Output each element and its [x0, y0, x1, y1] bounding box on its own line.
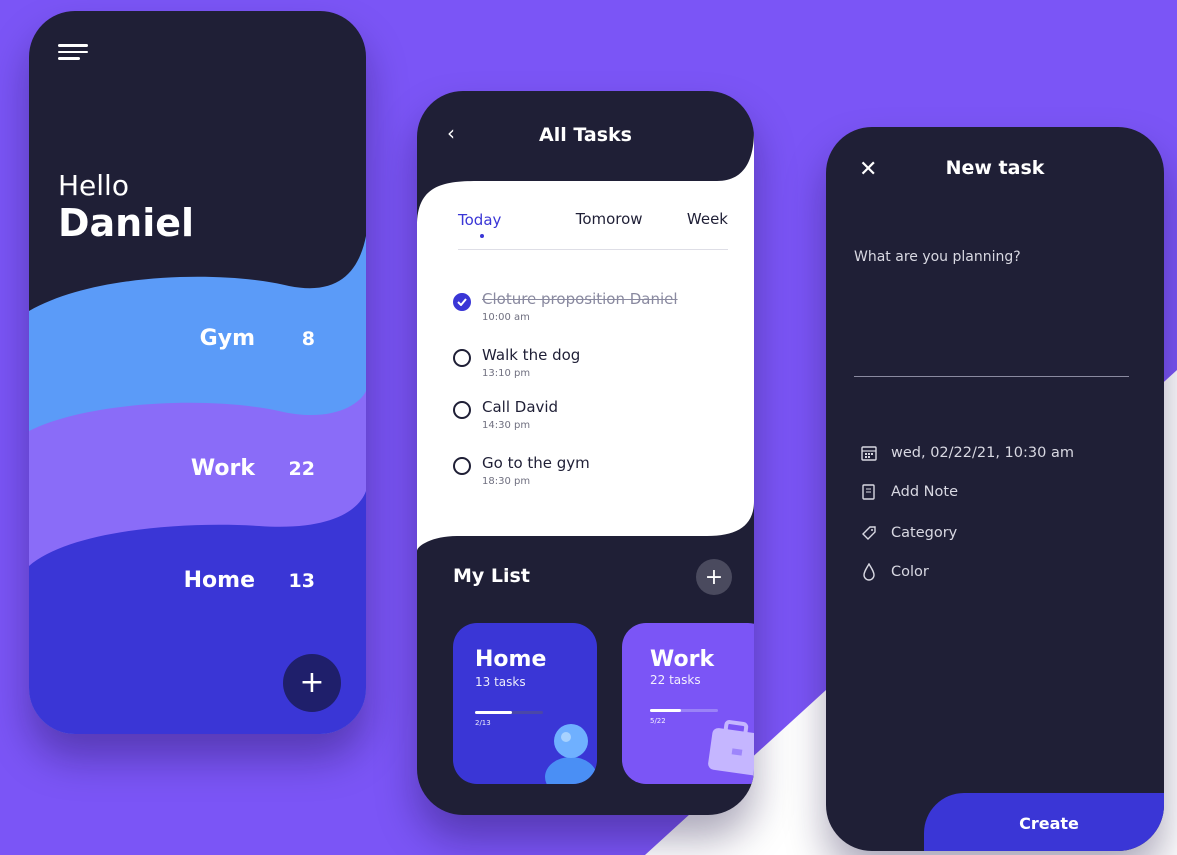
progress-bar: [650, 709, 718, 712]
calendar-icon: [860, 444, 878, 462]
list-card-title: Work: [650, 647, 715, 672]
unchecked-circle-icon[interactable]: [453, 349, 471, 367]
add-task-button[interactable]: +: [283, 654, 341, 712]
add-list-button[interactable]: +: [696, 559, 732, 595]
page-title: All Tasks: [539, 124, 632, 146]
task-time: 18:30 pm: [482, 476, 531, 487]
color-label: Color: [891, 564, 929, 580]
category-count: 8: [301, 327, 315, 350]
list-card-subtitle: 22 tasks: [650, 673, 701, 687]
tab-week[interactable]: Week: [687, 210, 728, 249]
task-item[interactable]: Walk the dog 13:10 pm: [453, 346, 580, 379]
task-time: 13:10 pm: [482, 368, 531, 379]
checked-circle-icon[interactable]: [453, 293, 471, 311]
progress-text: 5/22: [650, 717, 666, 725]
category-label: Work: [190, 456, 255, 481]
note-icon: [860, 483, 878, 501]
category-label: Category: [891, 525, 958, 541]
category-count: 13: [288, 569, 315, 592]
create-button[interactable]: Create: [924, 793, 1164, 851]
task-item[interactable]: Cloture proposition Daniel 10:00 am: [453, 290, 678, 323]
drop-icon: [860, 563, 878, 581]
tab-today[interactable]: Today: [458, 211, 501, 229]
new-task-phone: ✕ New task What are you planning? wed, 0…: [826, 127, 1164, 851]
all-tasks-phone: ‹ All Tasks Today Tomorow Week Cloture p…: [417, 91, 754, 815]
task-item[interactable]: Go to the gym 18:30 pm: [453, 454, 590, 487]
color-option[interactable]: Color: [860, 563, 929, 581]
active-tab-indicator: [480, 234, 484, 238]
task-item[interactable]: Call David 14:30 pm: [453, 398, 558, 431]
category-work[interactable]: Work 22: [125, 456, 315, 481]
list-card-title: Home: [475, 647, 547, 672]
input-underline: [854, 376, 1129, 377]
task-title: Go to the gym: [482, 454, 590, 472]
tag-icon: [860, 524, 878, 542]
briefcase-icon: [708, 720, 754, 776]
task-time: 10:00 am: [482, 312, 530, 323]
page-title: New task: [945, 157, 1045, 179]
task-title: Call David: [482, 398, 559, 416]
list-card-work[interactable]: Work 22 tasks 5/22: [622, 623, 754, 784]
task-title: Walk the dog: [482, 346, 581, 364]
progress-fill: [650, 709, 681, 712]
list-card-subtitle: 13 tasks: [475, 675, 526, 689]
user-name: Daniel: [58, 201, 195, 245]
category-count: 22: [288, 457, 315, 480]
task-title: Cloture proposition Daniel: [482, 290, 678, 308]
home-screen-phone: Hello Daniel Gym 8 Work 22 Home 13 +: [29, 11, 366, 734]
date-tabs: Today Tomorow Week: [458, 210, 728, 250]
category-waves: [29, 236, 366, 734]
plus-icon: +: [299, 665, 325, 700]
category-gym[interactable]: Gym 8: [125, 326, 315, 351]
list-card-home[interactable]: Home 13 tasks 2/13: [453, 623, 597, 784]
category-label: Gym: [199, 326, 255, 351]
progress-fill: [475, 711, 513, 714]
greeting: Hello: [58, 169, 129, 202]
plus-icon: +: [704, 564, 724, 590]
task-input-placeholder[interactable]: What are you planning?: [854, 249, 1021, 265]
menu-icon[interactable]: [58, 44, 88, 60]
progress-text: 2/13: [475, 719, 491, 727]
add-note-label: Add Note: [891, 484, 959, 500]
progress-bar: [475, 711, 543, 714]
add-note-option[interactable]: Add Note: [860, 483, 958, 501]
category-option[interactable]: Category: [860, 524, 957, 542]
category-home[interactable]: Home 13: [125, 568, 315, 593]
unchecked-circle-icon[interactable]: [453, 401, 471, 419]
task-time: 14:30 pm: [482, 420, 531, 431]
person-figure-icon: [545, 724, 597, 784]
unchecked-circle-icon[interactable]: [453, 457, 471, 475]
date-option[interactable]: wed, 02/22/21, 10:30 am: [860, 444, 1074, 462]
date-label: wed, 02/22/21, 10:30 am: [891, 445, 1074, 461]
tab-tomorrow[interactable]: Tomorow: [576, 210, 643, 249]
my-list-title: My List: [453, 565, 530, 587]
category-label: Home: [183, 568, 255, 593]
